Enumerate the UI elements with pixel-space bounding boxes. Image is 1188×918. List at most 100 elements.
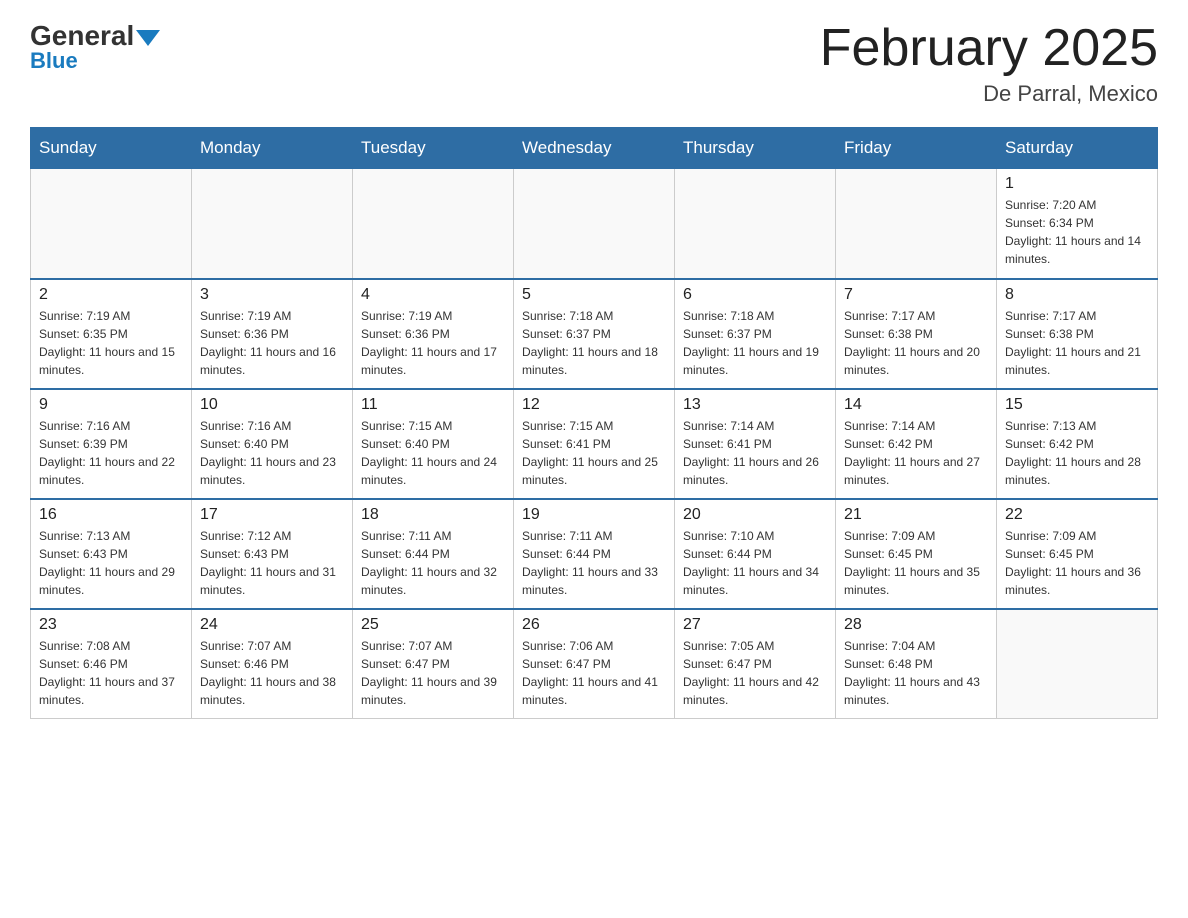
day-info: Sunrise: 7:11 AM Sunset: 6:44 PM Dayligh… <box>361 527 505 599</box>
day-number: 20 <box>683 506 827 524</box>
calendar-cell <box>31 169 192 279</box>
day-info: Sunrise: 7:10 AM Sunset: 6:44 PM Dayligh… <box>683 527 827 599</box>
day-number: 27 <box>683 616 827 634</box>
day-number: 16 <box>39 506 183 524</box>
calendar-cell: 26Sunrise: 7:06 AM Sunset: 6:47 PM Dayli… <box>514 609 675 719</box>
calendar-week-row: 16 Sunrise: 7:13 AM Sunset: 6:43 PM Dayli… <box>31 499 1158 609</box>
day-info: Sunrise: 7:09 AM Sunset: 6:45 PM Dayligh… <box>844 527 988 599</box>
logo-arrow-icon <box>136 30 160 46</box>
day-info: Sunrise: 7:17 AM Sunset: 6:38 PM Dayligh… <box>1005 307 1149 379</box>
calendar-week-row: 9 Sunrise: 7:16 AM Sunset: 6:39 PM Daylig… <box>31 389 1158 499</box>
calendar-cell: 15 Sunrise: 7:13 AM Sunset: 6:42 PM Dayli… <box>997 389 1158 499</box>
calendar-cell: 23 Sunrise: 7:08 AM Sunset: 6:46 PM Dayli… <box>31 609 192 719</box>
day-number: 22 <box>1005 506 1149 524</box>
page-header: General Blue February 2025 De Parral, Me… <box>30 20 1158 107</box>
day-number: 17 <box>200 506 344 524</box>
calendar-cell: 1Sunrise: 7:20 AM Sunset: 6:34 PM Daylig… <box>997 169 1158 279</box>
day-number: 8 <box>1005 286 1149 304</box>
logo-blue-text: Blue <box>30 48 78 74</box>
day-header-wednesday: Wednesday <box>514 128 675 169</box>
day-header-friday: Friday <box>836 128 997 169</box>
day-info: Sunrise: 7:05 AM Sunset: 6:47 PM Dayligh… <box>683 637 827 709</box>
calendar-cell: 19 Sunrise: 7:11 AM Sunset: 6:44 PM Dayli… <box>514 499 675 609</box>
day-number: 2 <box>39 286 183 304</box>
calendar-cell: 11Sunrise: 7:15 AM Sunset: 6:40 PM Dayli… <box>353 389 514 499</box>
calendar-cell: 6 Sunrise: 7:18 AM Sunset: 6:37 PM Daylig… <box>675 279 836 389</box>
day-number: 28 <box>844 616 988 634</box>
day-info: Sunrise: 7:18 AM Sunset: 6:37 PM Dayligh… <box>683 307 827 379</box>
calendar-cell: 5Sunrise: 7:18 AM Sunset: 6:37 PM Daylig… <box>514 279 675 389</box>
calendar-cell <box>514 169 675 279</box>
day-number: 15 <box>1005 396 1149 414</box>
calendar-cell: 21 Sunrise: 7:09 AM Sunset: 6:45 PM Dayli… <box>836 499 997 609</box>
day-info: Sunrise: 7:18 AM Sunset: 6:37 PM Dayligh… <box>522 307 666 379</box>
day-info: Sunrise: 7:15 AM Sunset: 6:41 PM Dayligh… <box>522 417 666 489</box>
day-info: Sunrise: 7:08 AM Sunset: 6:46 PM Dayligh… <box>39 637 183 709</box>
calendar-cell: 4Sunrise: 7:19 AM Sunset: 6:36 PM Daylig… <box>353 279 514 389</box>
day-header-thursday: Thursday <box>675 128 836 169</box>
day-info: Sunrise: 7:13 AM Sunset: 6:42 PM Dayligh… <box>1005 417 1149 489</box>
day-info: Sunrise: 7:12 AM Sunset: 6:43 PM Dayligh… <box>200 527 344 599</box>
day-number: 24 <box>200 616 344 634</box>
logo: General Blue <box>30 20 160 74</box>
day-number: 18 <box>361 506 505 524</box>
calendar-header-row: SundayMondayTuesdayWednesdayThursdayFrid… <box>31 128 1158 169</box>
calendar-cell: 24 Sunrise: 7:07 AM Sunset: 6:46 PM Dayli… <box>192 609 353 719</box>
calendar-table: SundayMondayTuesdayWednesdayThursdayFrid… <box>30 127 1158 719</box>
calendar-week-row: 23 Sunrise: 7:08 AM Sunset: 6:46 PM Dayli… <box>31 609 1158 719</box>
calendar-cell <box>997 609 1158 719</box>
calendar-week-row: 2 Sunrise: 7:19 AM Sunset: 6:35 PM Daylig… <box>31 279 1158 389</box>
day-number: 6 <box>683 286 827 304</box>
calendar-cell <box>675 169 836 279</box>
calendar-cell: 9 Sunrise: 7:16 AM Sunset: 6:39 PM Daylig… <box>31 389 192 499</box>
day-info: Sunrise: 7:17 AM Sunset: 6:38 PM Dayligh… <box>844 307 988 379</box>
day-number: 1 <box>1005 175 1149 193</box>
day-number: 19 <box>522 506 666 524</box>
day-info: Sunrise: 7:16 AM Sunset: 6:39 PM Dayligh… <box>39 417 183 489</box>
calendar-cell: 12Sunrise: 7:15 AM Sunset: 6:41 PM Dayli… <box>514 389 675 499</box>
location-text: De Parral, Mexico <box>820 81 1158 107</box>
calendar-cell <box>836 169 997 279</box>
day-info: Sunrise: 7:14 AM Sunset: 6:41 PM Dayligh… <box>683 417 827 489</box>
day-info: Sunrise: 7:07 AM Sunset: 6:46 PM Dayligh… <box>200 637 344 709</box>
day-header-tuesday: Tuesday <box>353 128 514 169</box>
day-number: 25 <box>361 616 505 634</box>
calendar-cell: 8 Sunrise: 7:17 AM Sunset: 6:38 PM Daylig… <box>997 279 1158 389</box>
day-info: Sunrise: 7:16 AM Sunset: 6:40 PM Dayligh… <box>200 417 344 489</box>
day-info: Sunrise: 7:11 AM Sunset: 6:44 PM Dayligh… <box>522 527 666 599</box>
month-title: February 2025 <box>820 20 1158 77</box>
day-number: 10 <box>200 396 344 414</box>
calendar-cell: 7 Sunrise: 7:17 AM Sunset: 6:38 PM Daylig… <box>836 279 997 389</box>
day-header-monday: Monday <box>192 128 353 169</box>
calendar-cell: 3Sunrise: 7:19 AM Sunset: 6:36 PM Daylig… <box>192 279 353 389</box>
day-number: 26 <box>522 616 666 634</box>
calendar-cell <box>192 169 353 279</box>
calendar-cell: 2 Sunrise: 7:19 AM Sunset: 6:35 PM Daylig… <box>31 279 192 389</box>
day-header-saturday: Saturday <box>997 128 1158 169</box>
title-section: February 2025 De Parral, Mexico <box>820 20 1158 107</box>
calendar-cell: 28 Sunrise: 7:04 AM Sunset: 6:48 PM Dayli… <box>836 609 997 719</box>
calendar-cell: 20 Sunrise: 7:10 AM Sunset: 6:44 PM Dayli… <box>675 499 836 609</box>
day-info: Sunrise: 7:19 AM Sunset: 6:36 PM Dayligh… <box>200 307 344 379</box>
day-header-sunday: Sunday <box>31 128 192 169</box>
calendar-cell <box>353 169 514 279</box>
day-info: Sunrise: 7:19 AM Sunset: 6:35 PM Dayligh… <box>39 307 183 379</box>
day-number: 23 <box>39 616 183 634</box>
day-info: Sunrise: 7:13 AM Sunset: 6:43 PM Dayligh… <box>39 527 183 599</box>
day-info: Sunrise: 7:04 AM Sunset: 6:48 PM Dayligh… <box>844 637 988 709</box>
calendar-cell: 22Sunrise: 7:09 AM Sunset: 6:45 PM Dayli… <box>997 499 1158 609</box>
day-number: 7 <box>844 286 988 304</box>
day-info: Sunrise: 7:14 AM Sunset: 6:42 PM Dayligh… <box>844 417 988 489</box>
day-info: Sunrise: 7:15 AM Sunset: 6:40 PM Dayligh… <box>361 417 505 489</box>
day-number: 21 <box>844 506 988 524</box>
calendar-week-row: 1Sunrise: 7:20 AM Sunset: 6:34 PM Daylig… <box>31 169 1158 279</box>
calendar-cell: 13 Sunrise: 7:14 AM Sunset: 6:41 PM Dayli… <box>675 389 836 499</box>
day-number: 9 <box>39 396 183 414</box>
calendar-cell: 10 Sunrise: 7:16 AM Sunset: 6:40 PM Dayli… <box>192 389 353 499</box>
day-number: 13 <box>683 396 827 414</box>
calendar-cell: 25 Sunrise: 7:07 AM Sunset: 6:47 PM Dayli… <box>353 609 514 719</box>
day-number: 14 <box>844 396 988 414</box>
day-info: Sunrise: 7:07 AM Sunset: 6:47 PM Dayligh… <box>361 637 505 709</box>
day-number: 4 <box>361 286 505 304</box>
calendar-cell: 14 Sunrise: 7:14 AM Sunset: 6:42 PM Dayli… <box>836 389 997 499</box>
